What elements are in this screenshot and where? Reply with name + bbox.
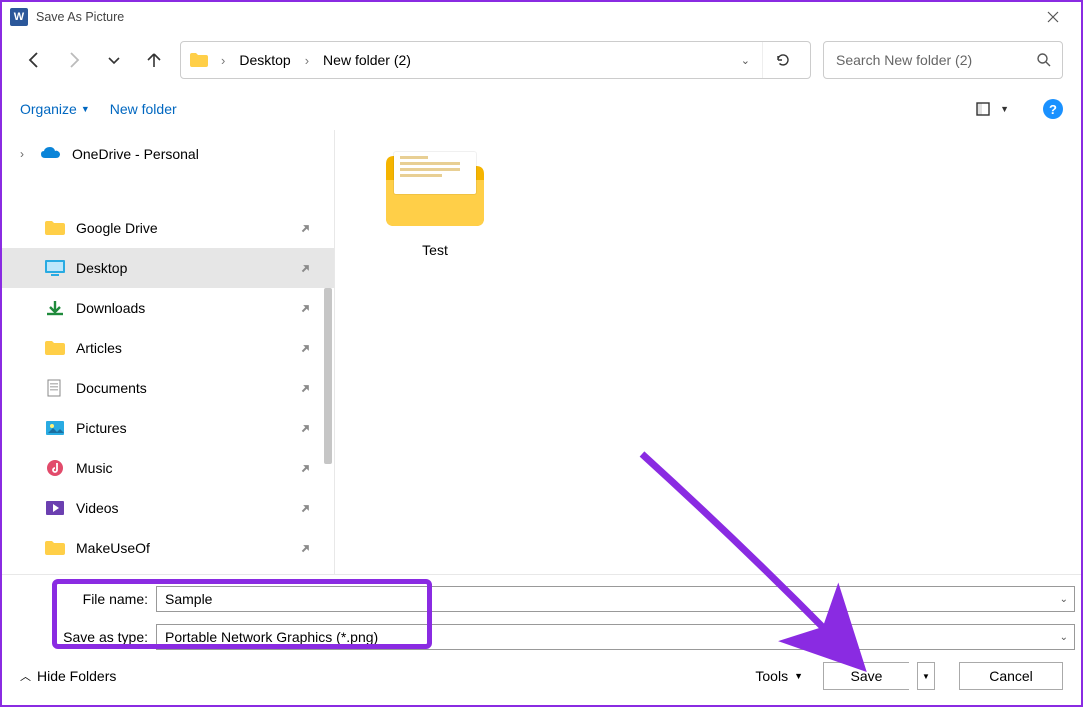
body-area: › OneDrive - Personal Google Drive Deskto…: [2, 130, 1081, 574]
view-options-button[interactable]: ▼: [976, 102, 1009, 116]
save-dropdown-button[interactable]: ▼: [917, 662, 935, 690]
pin-icon: [300, 302, 312, 314]
scrollbar-thumb[interactable]: [324, 288, 332, 464]
file-list[interactable]: Test: [334, 130, 1081, 574]
window-title: Save As Picture: [36, 10, 124, 24]
music-icon: [44, 459, 66, 477]
pin-icon: [300, 542, 312, 554]
new-folder-button[interactable]: New folder: [110, 101, 177, 117]
savetype-label: Save as type:: [2, 629, 156, 645]
nav-tree: › OneDrive - Personal Google Drive Deskto…: [2, 130, 334, 574]
title-bar: W Save As Picture: [2, 2, 1081, 32]
videos-icon: [44, 499, 66, 517]
filename-section: File name: Sample ⌄ Save as type: Portab…: [2, 574, 1081, 653]
caret-down-icon: ▼: [81, 104, 90, 114]
chevron-up-icon: ︿: [20, 668, 31, 684]
downloads-icon: [44, 299, 66, 317]
folder-icon: [44, 539, 66, 557]
tree-item-label: MakeUseOf: [76, 540, 306, 556]
tree-item-label: Videos: [76, 500, 306, 516]
tree-item-onedrive[interactable]: › OneDrive - Personal: [2, 134, 334, 174]
search-box[interactable]: [823, 41, 1063, 79]
footer: ︿ Hide Folders Tools ▼ Save ▼ Cancel: [2, 653, 1081, 705]
chevron-right-icon[interactable]: ›: [14, 147, 30, 161]
filename-label: File name:: [2, 591, 156, 607]
tree-item[interactable]: Videos: [2, 488, 334, 528]
folder-item-label: Test: [375, 242, 495, 258]
pin-icon: [300, 462, 312, 474]
tree-item[interactable]: MakeUseOf: [2, 528, 334, 568]
tree-item-label: Pictures: [76, 420, 306, 436]
tree-item[interactable]: Google Drive: [2, 208, 334, 248]
tree-item[interactable]: Desktop: [2, 248, 334, 288]
save-as-dialog: W Save As Picture › Desktop › New folder…: [0, 0, 1083, 707]
address-bar[interactable]: › Desktop › New folder (2) ⌄: [180, 41, 811, 79]
chevron-right-icon[interactable]: ›: [217, 53, 229, 68]
refresh-button[interactable]: [762, 42, 802, 78]
cancel-button[interactable]: Cancel: [959, 662, 1063, 690]
recent-locations-button[interactable]: [100, 46, 128, 74]
tree-item-label: Desktop: [76, 260, 306, 276]
tree-item-label: Music: [76, 460, 306, 476]
breadcrumb-desktop[interactable]: Desktop: [237, 48, 292, 72]
breadcrumb-newfolder2[interactable]: New folder (2): [321, 48, 413, 72]
desktop-icon: [44, 259, 66, 277]
save-button[interactable]: Save: [823, 662, 909, 690]
organize-label: Organize: [20, 101, 77, 117]
folder-icon: [44, 339, 66, 357]
pin-icon: [300, 222, 312, 234]
hide-folders-button[interactable]: ︿ Hide Folders: [20, 668, 116, 684]
word-app-icon: W: [10, 8, 28, 26]
tools-dropdown[interactable]: Tools ▼: [755, 668, 803, 684]
savetype-dropdown[interactable]: Portable Network Graphics (*.png) ⌄: [156, 624, 1075, 650]
pin-icon: [300, 262, 312, 274]
forward-button[interactable]: [60, 46, 88, 74]
filename-input[interactable]: Sample ⌄: [156, 586, 1075, 612]
back-button[interactable]: [20, 46, 48, 74]
folder-icon: [44, 219, 66, 237]
pin-icon: [300, 422, 312, 434]
tree-item-label: Google Drive: [76, 220, 306, 236]
pin-icon: [300, 502, 312, 514]
help-button[interactable]: ?: [1043, 99, 1063, 119]
tree-item-label: Articles: [76, 340, 306, 356]
tree-item-label: OneDrive - Personal: [72, 146, 306, 162]
onedrive-icon: [40, 145, 62, 163]
tree-item-label: Downloads: [76, 300, 306, 316]
view-icon: [976, 102, 994, 116]
chevron-down-icon[interactable]: ⌄: [1060, 632, 1068, 643]
search-icon: [1036, 52, 1052, 68]
chevron-down-icon[interactable]: ⌄: [1060, 594, 1068, 605]
pin-icon: [300, 342, 312, 354]
tree-item[interactable]: Articles: [2, 328, 334, 368]
folder-item-test[interactable]: Test: [375, 144, 495, 258]
pictures-icon: [44, 419, 66, 437]
folder-icon: [380, 144, 490, 232]
caret-down-icon: ▼: [922, 672, 930, 681]
chevron-down-icon[interactable]: ⌄: [741, 54, 750, 67]
documents-icon: [44, 379, 66, 397]
tree-item[interactable]: Music: [2, 448, 334, 488]
caret-down-icon: ▼: [794, 671, 803, 681]
search-input[interactable]: [834, 51, 1036, 69]
organize-button[interactable]: Organize ▼: [20, 101, 90, 117]
pin-icon: [300, 382, 312, 394]
toolbar: Organize ▼ New folder ▼ ?: [2, 94, 1081, 130]
tree-item[interactable]: Documents: [2, 368, 334, 408]
close-button[interactable]: [1033, 3, 1073, 31]
folder-icon: [189, 52, 209, 68]
up-button[interactable]: [140, 46, 168, 74]
chevron-right-icon[interactable]: ›: [301, 53, 313, 68]
nav-bar: › Desktop › New folder (2) ⌄: [2, 32, 1081, 88]
tree-item[interactable]: Pictures: [2, 408, 334, 448]
tree-item[interactable]: Downloads: [2, 288, 334, 328]
tree-item-label: Documents: [76, 380, 306, 396]
caret-down-icon: ▼: [1000, 104, 1009, 114]
